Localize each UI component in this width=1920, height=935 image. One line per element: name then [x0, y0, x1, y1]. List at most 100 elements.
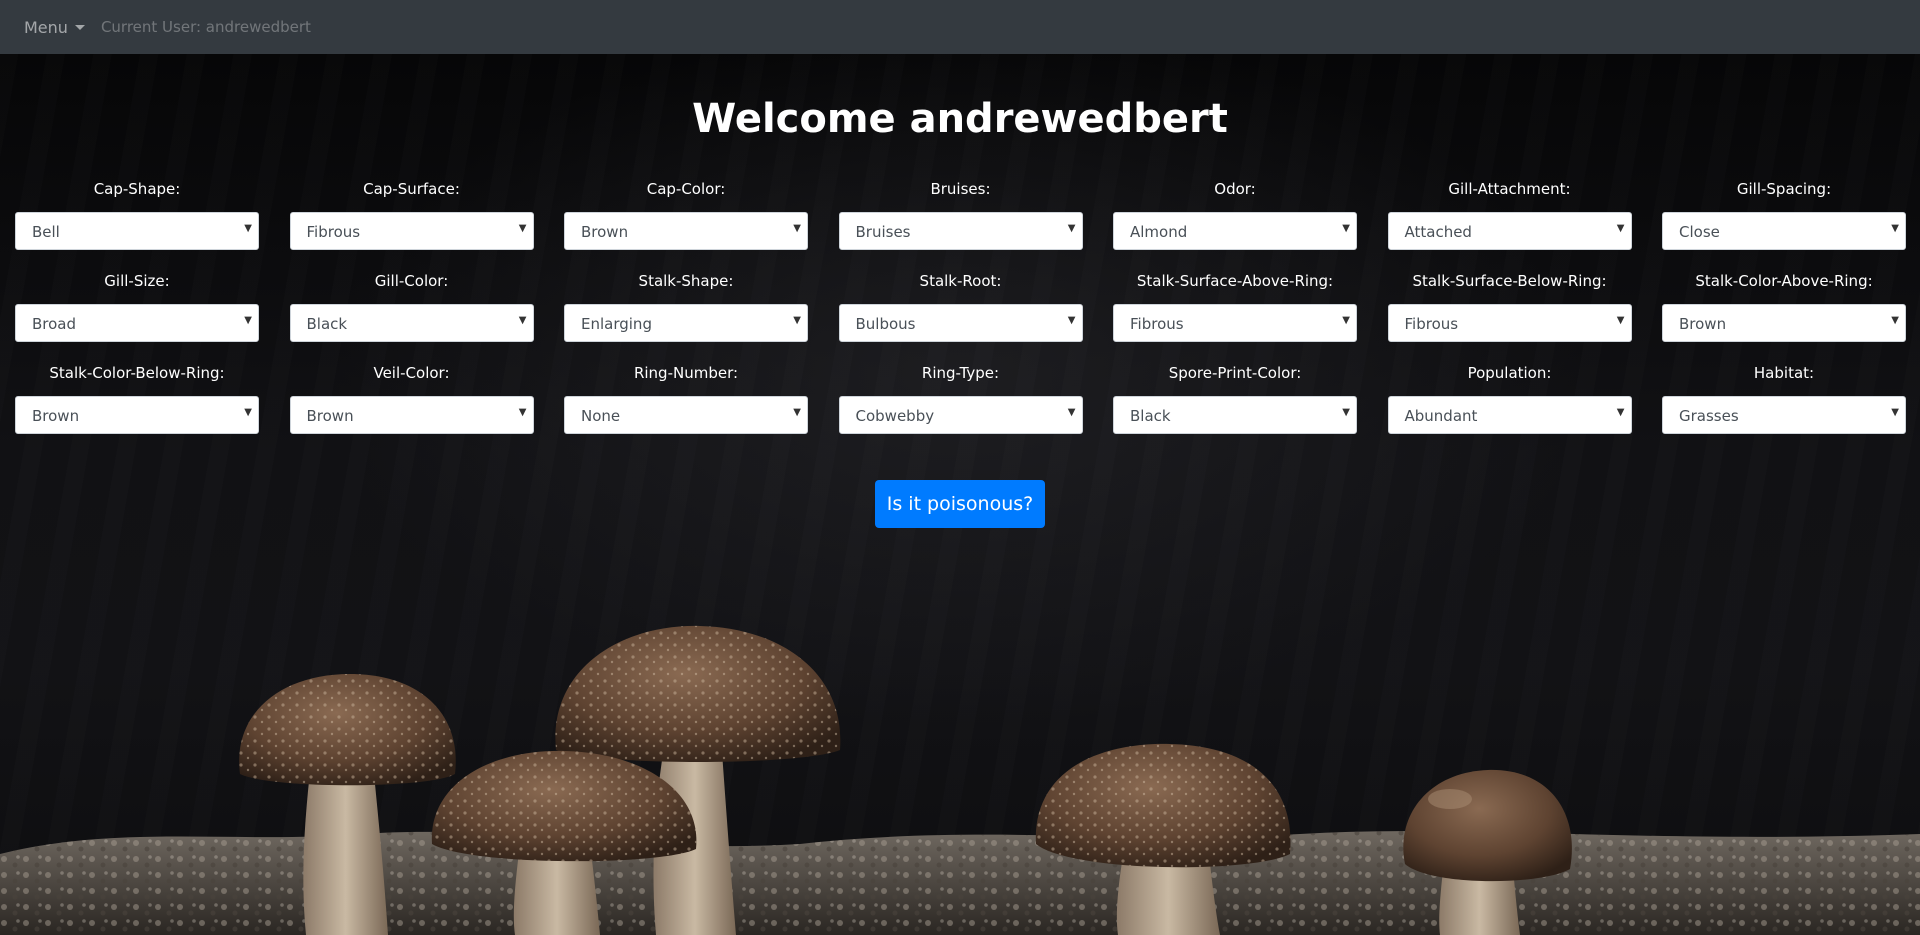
ring-number-select[interactable]: None ▼	[564, 396, 808, 434]
veil-color-select[interactable]: Brown ▼	[289, 396, 534, 434]
population-select[interactable]: Abundant ▼	[1387, 396, 1632, 434]
field-label: Cap-Shape:	[93, 180, 181, 198]
dropdown-arrow-icon: ▼	[1891, 407, 1899, 418]
field-stalk-surface-above-ring: Stalk-Surface-Above-Ring: Fibrous ▼	[1113, 270, 1357, 342]
field-gill-color: Gill-Color: Black ▼	[289, 270, 534, 342]
stalk-root-select[interactable]: Bulbous ▼	[838, 304, 1083, 342]
dropdown-arrow-icon: ▼	[793, 407, 801, 418]
field-label: Odor:	[1214, 180, 1256, 198]
select-value: Close	[1679, 223, 1720, 241]
spore-print-color-select[interactable]: Black ▼	[1113, 396, 1357, 434]
hero-section: Welcome andrewedbert Cap-Shape: Bell ▼ C…	[0, 54, 1920, 935]
field-cap-color: Cap-Color: Brown ▼	[564, 178, 808, 250]
field-label: Cap-Color:	[646, 180, 726, 198]
field-veil-color: Veil-Color: Brown ▼	[289, 362, 534, 434]
dropdown-arrow-icon: ▼	[1342, 407, 1350, 418]
dropdown-arrow-icon: ▼	[793, 315, 801, 326]
stalk-surface-below-ring-select[interactable]: Fibrous ▼	[1387, 304, 1632, 342]
select-value: Cobwebby	[855, 407, 935, 425]
field-stalk-root: Stalk-Root: Bulbous ▼	[838, 270, 1083, 342]
select-value: Brown	[306, 407, 354, 425]
field-label: Gill-Size:	[104, 272, 170, 290]
field-gill-attachment: Gill-Attachment: Attached ▼	[1387, 178, 1632, 250]
field-label: Gill-Color:	[374, 272, 449, 290]
stalk-color-above-ring-select[interactable]: Brown ▼	[1662, 304, 1906, 342]
select-value: Grasses	[1679, 407, 1739, 425]
mushroom-attributes-form: Cap-Shape: Bell ▼ Cap-Surface: Fibrous ▼…	[15, 178, 1906, 434]
gill-color-select[interactable]: Black ▼	[289, 304, 534, 342]
dropdown-arrow-icon: ▼	[1067, 315, 1076, 326]
cap-surface-select[interactable]: Fibrous ▼	[289, 212, 534, 250]
field-label: Stalk-Surface-Above-Ring:	[1136, 272, 1334, 290]
dropdown-arrow-icon: ▼	[244, 407, 252, 418]
select-value: Enlarging	[581, 315, 652, 333]
stalk-shape-select[interactable]: Enlarging ▼	[564, 304, 808, 342]
dropdown-arrow-icon: ▼	[1891, 315, 1899, 326]
field-spore-print-color: Spore-Print-Color: Black ▼	[1113, 362, 1357, 434]
cap-shape-select[interactable]: Bell ▼	[15, 212, 259, 250]
field-label: Veil-Color:	[373, 364, 450, 382]
field-cap-shape: Cap-Shape: Bell ▼	[15, 178, 259, 250]
cap-color-select[interactable]: Brown ▼	[564, 212, 808, 250]
menu-label: Menu	[24, 17, 68, 37]
field-label: Ring-Type:	[921, 364, 1000, 382]
is-it-poisonous-button[interactable]: Is it poisonous?	[875, 480, 1045, 528]
dropdown-arrow-icon: ▼	[1616, 407, 1625, 418]
field-label: Ring-Number:	[633, 364, 739, 382]
dropdown-arrow-icon: ▼	[1342, 315, 1350, 326]
field-label: Stalk-Color-Above-Ring:	[1695, 272, 1873, 290]
dropdown-arrow-icon: ▼	[518, 315, 527, 326]
select-value: Attached	[1404, 223, 1472, 241]
field-stalk-surface-below-ring: Stalk-Surface-Below-Ring: Fibrous ▼	[1387, 270, 1632, 342]
field-label: Gill-Spacing:	[1736, 180, 1832, 198]
habitat-select[interactable]: Grasses ▼	[1662, 396, 1906, 434]
menu-dropdown-toggle[interactable]: Menu	[24, 18, 85, 37]
select-value: Abundant	[1404, 407, 1478, 425]
field-label: Stalk-Root:	[919, 272, 1002, 290]
field-ring-number: Ring-Number: None ▼	[564, 362, 808, 434]
select-value: Brown	[32, 407, 80, 425]
select-value: Fibrous	[306, 223, 361, 241]
select-value: Brown	[1679, 315, 1727, 333]
field-population: Population: Abundant ▼	[1387, 362, 1632, 434]
field-bruises: Bruises: Bruises ▼	[838, 178, 1083, 250]
dropdown-arrow-icon: ▼	[518, 223, 527, 234]
odor-select[interactable]: Almond ▼	[1113, 212, 1357, 250]
field-odor: Odor: Almond ▼	[1113, 178, 1357, 250]
current-user-text: Current User: andrewedbert	[100, 18, 311, 36]
top-navbar: Menu Current User: andrewedbert	[0, 0, 1920, 54]
dropdown-arrow-icon: ▼	[1616, 315, 1625, 326]
dropdown-arrow-icon: ▼	[1616, 223, 1625, 234]
stalk-surface-above-ring-select[interactable]: Fibrous ▼	[1113, 304, 1357, 342]
field-label: Bruises:	[930, 180, 991, 198]
field-habitat: Habitat: Grasses ▼	[1662, 362, 1906, 434]
dropdown-arrow-icon: ▼	[1891, 223, 1899, 234]
field-gill-size: Gill-Size: Broad ▼	[15, 270, 259, 342]
field-ring-type: Ring-Type: Cobwebby ▼	[838, 362, 1083, 434]
field-label: Cap-Surface:	[363, 180, 460, 198]
select-value: Black	[306, 315, 348, 333]
gill-spacing-select[interactable]: Close ▼	[1662, 212, 1906, 250]
bruises-select[interactable]: Bruises ▼	[838, 212, 1083, 250]
select-value: Bulbous	[855, 315, 916, 333]
select-value: Bruises	[855, 223, 911, 241]
field-stalk-color-above-ring: Stalk-Color-Above-Ring: Brown ▼	[1662, 270, 1906, 342]
select-value: Black	[1130, 407, 1171, 425]
gill-attachment-select[interactable]: Attached ▼	[1387, 212, 1632, 250]
dropdown-arrow-icon: ▼	[518, 407, 527, 418]
field-label: Stalk-Surface-Below-Ring:	[1412, 272, 1607, 290]
dropdown-arrow-icon: ▼	[244, 223, 252, 234]
field-label: Gill-Attachment:	[1448, 180, 1571, 198]
select-value: Fibrous	[1404, 315, 1459, 333]
dropdown-arrow-icon: ▼	[244, 315, 252, 326]
field-label: Stalk-Color-Below-Ring:	[49, 364, 225, 382]
field-cap-surface: Cap-Surface: Fibrous ▼	[289, 178, 534, 250]
field-label: Population:	[1467, 364, 1552, 382]
field-label: Stalk-Shape:	[638, 272, 734, 290]
select-value: Broad	[32, 315, 77, 333]
dropdown-arrow-icon: ▼	[1342, 223, 1350, 234]
ring-type-select[interactable]: Cobwebby ▼	[838, 396, 1083, 434]
gill-size-select[interactable]: Broad ▼	[15, 304, 259, 342]
dropdown-arrow-icon: ▼	[1067, 407, 1076, 418]
stalk-color-below-ring-select[interactable]: Brown ▼	[15, 396, 259, 434]
